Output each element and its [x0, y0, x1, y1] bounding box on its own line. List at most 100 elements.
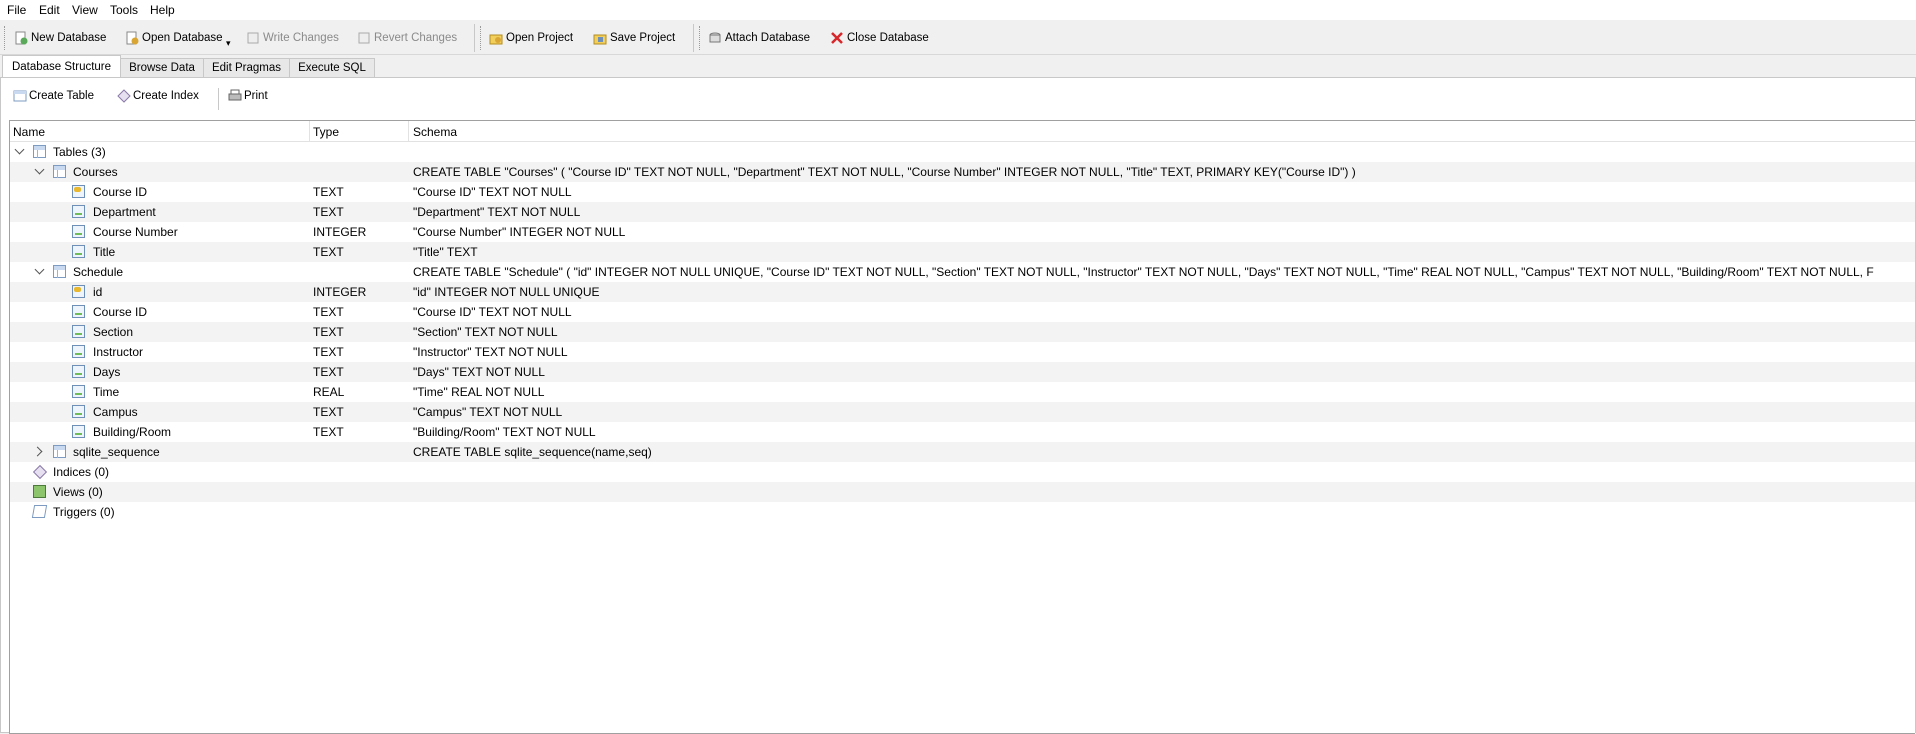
tree-node-field[interactable]: Course ID TEXT "Course ID" TEXT NOT NULL: [10, 182, 1915, 202]
menu-file[interactable]: File: [7, 3, 26, 17]
field-type: TEXT: [313, 305, 344, 319]
save-project-label: Save Project: [610, 32, 676, 44]
menu-bar: File Edit View Tools Help: [0, 0, 1916, 20]
database-structure-panel: Create Table Create Index Print Name Typ…: [0, 77, 1916, 734]
collapse-arrow-icon[interactable]: [34, 164, 45, 175]
field-icon: [72, 205, 85, 218]
tree-node-views[interactable]: Views (0): [10, 482, 1915, 502]
toolbar-grip[interactable]: [699, 26, 703, 50]
table-icon: [53, 165, 66, 178]
field-name: id: [93, 285, 103, 299]
attach-database-icon: [708, 31, 722, 45]
schema-text: "id" INTEGER NOT NULL UNIQUE: [413, 285, 600, 299]
tree-node-field[interactable]: Campus TEXT "Campus" TEXT NOT NULL: [10, 402, 1915, 422]
field-type: TEXT: [313, 425, 344, 439]
field-icon: [72, 225, 85, 238]
new-database-label: New Database: [31, 32, 107, 44]
field-name: Instructor: [93, 345, 144, 359]
schema-text: "Course ID" TEXT NOT NULL: [413, 305, 572, 319]
column-header-schema[interactable]: Schema: [413, 125, 457, 139]
close-database-label: Close Database: [847, 32, 929, 44]
main-toolbar: New Database Open Database Write Changes…: [0, 20, 1916, 55]
tree-node-triggers[interactable]: Triggers (0): [10, 502, 1915, 522]
field-name: Section: [93, 325, 134, 339]
close-database-button[interactable]: Close Database: [830, 28, 929, 48]
tree-node-field[interactable]: id INTEGER "id" INTEGER NOT NULL UNIQUE: [10, 282, 1915, 302]
tree-node-field[interactable]: Section TEXT "Section" TEXT NOT NULL: [10, 322, 1915, 342]
column-divider[interactable]: [309, 121, 310, 141]
revert-changes-button[interactable]: Revert Changes: [357, 28, 457, 48]
menu-view[interactable]: View: [72, 3, 98, 17]
write-changes-button[interactable]: Write Changes: [246, 28, 339, 48]
tree-node-field[interactable]: Instructor TEXT "Instructor" TEXT NOT NU…: [10, 342, 1915, 362]
print-label: Print: [244, 90, 268, 102]
column-header-name[interactable]: Name: [13, 125, 45, 139]
field-name: Course Number: [93, 225, 178, 239]
tree-node-field[interactable]: Title TEXT "Title" TEXT: [10, 242, 1915, 262]
save-project-button[interactable]: Save Project: [593, 28, 675, 48]
menu-help[interactable]: Help: [150, 3, 175, 17]
field-name: Days: [93, 365, 121, 379]
field-name: Course ID: [93, 185, 148, 199]
tree-node-tables[interactable]: Tables (3): [10, 142, 1915, 162]
menu-tools[interactable]: Tools: [110, 3, 138, 17]
tree-node-indices[interactable]: Indices (0): [10, 462, 1915, 482]
attach-database-button[interactable]: Attach Database: [708, 28, 810, 48]
tree-node-table-sqlite-sequence[interactable]: sqlite_sequence CREATE TABLE sqlite_sequ…: [10, 442, 1915, 462]
tree-node-field[interactable]: Building/Room TEXT "Building/Room" TEXT …: [10, 422, 1915, 442]
revert-changes-icon: [357, 31, 371, 45]
field-icon: [72, 325, 85, 338]
field-type: INTEGER: [313, 225, 367, 239]
open-project-icon: [489, 31, 503, 45]
expand-arrow-icon[interactable]: [32, 446, 43, 457]
schema-text: "Instructor" TEXT NOT NULL: [413, 345, 568, 359]
close-database-icon: [830, 31, 844, 45]
menu-edit[interactable]: Edit: [39, 3, 60, 17]
open-database-button[interactable]: Open Database: [125, 28, 223, 48]
field-name: Time: [93, 385, 120, 399]
toolbar-grip[interactable]: [4, 26, 8, 50]
tables-icon: [33, 145, 46, 158]
field-type: TEXT: [313, 205, 344, 219]
tab-database-structure[interactable]: Database Structure: [2, 55, 121, 79]
tree-node-field[interactable]: Department TEXT "Department" TEXT NOT NU…: [10, 202, 1915, 222]
schema-text: "Campus" TEXT NOT NULL: [413, 405, 563, 419]
tree-node-field[interactable]: Days TEXT "Days" TEXT NOT NULL: [10, 362, 1915, 382]
schema-text: "Course ID" TEXT NOT NULL: [413, 185, 572, 199]
tree-node-label: Triggers (0): [53, 505, 115, 519]
column-header-type[interactable]: Type: [313, 125, 339, 139]
primary-key-field-icon: [72, 185, 85, 198]
field-name: Title: [93, 245, 116, 259]
schema-text: "Time" REAL NOT NULL: [413, 385, 545, 399]
collapse-arrow-icon[interactable]: [34, 264, 45, 275]
schema-text: "Title" TEXT: [413, 245, 478, 259]
write-changes-label: Write Changes: [263, 32, 339, 44]
column-divider[interactable]: [408, 121, 409, 141]
field-icon: [72, 385, 85, 398]
tab-edit-pragmas[interactable]: Edit Pragmas: [203, 58, 290, 78]
tab-browse-data[interactable]: Browse Data: [120, 58, 204, 78]
tree-node-field[interactable]: Course ID TEXT "Course ID" TEXT NOT NULL: [10, 302, 1915, 322]
write-changes-icon: [246, 31, 260, 45]
field-icon: [72, 365, 85, 378]
open-project-button[interactable]: Open Project: [489, 28, 573, 48]
tree-node-field[interactable]: Time REAL "Time" REAL NOT NULL: [10, 382, 1915, 402]
new-database-button[interactable]: New Database: [14, 28, 106, 48]
structure-toolbar-separator: [218, 88, 219, 110]
create-index-button[interactable]: Create Index: [117, 89, 199, 103]
tree-node-label: Courses: [73, 165, 118, 179]
tree-node-table-schedule[interactable]: Schedule CREATE TABLE "Schedule" ( "id" …: [10, 262, 1915, 282]
schema-tree[interactable]: Name Type Schema Tables (3) Courses CREA…: [9, 120, 1915, 734]
schema-text: "Course Number" INTEGER NOT NULL: [413, 225, 626, 239]
field-icon: [72, 405, 85, 418]
tree-node-table-courses[interactable]: Courses CREATE TABLE "Courses" ( "Course…: [10, 162, 1915, 182]
print-button[interactable]: Print: [228, 89, 268, 103]
open-database-dropdown-icon[interactable]: ▾: [226, 38, 231, 49]
tree-node-field[interactable]: Course Number INTEGER "Course Number" IN…: [10, 222, 1915, 242]
collapse-arrow-icon[interactable]: [14, 144, 25, 155]
attach-database-label: Attach Database: [725, 32, 811, 44]
field-type: TEXT: [313, 365, 344, 379]
create-table-button[interactable]: Create Table: [13, 89, 94, 103]
toolbar-grip[interactable]: [480, 26, 484, 50]
tab-execute-sql[interactable]: Execute SQL: [289, 58, 375, 78]
